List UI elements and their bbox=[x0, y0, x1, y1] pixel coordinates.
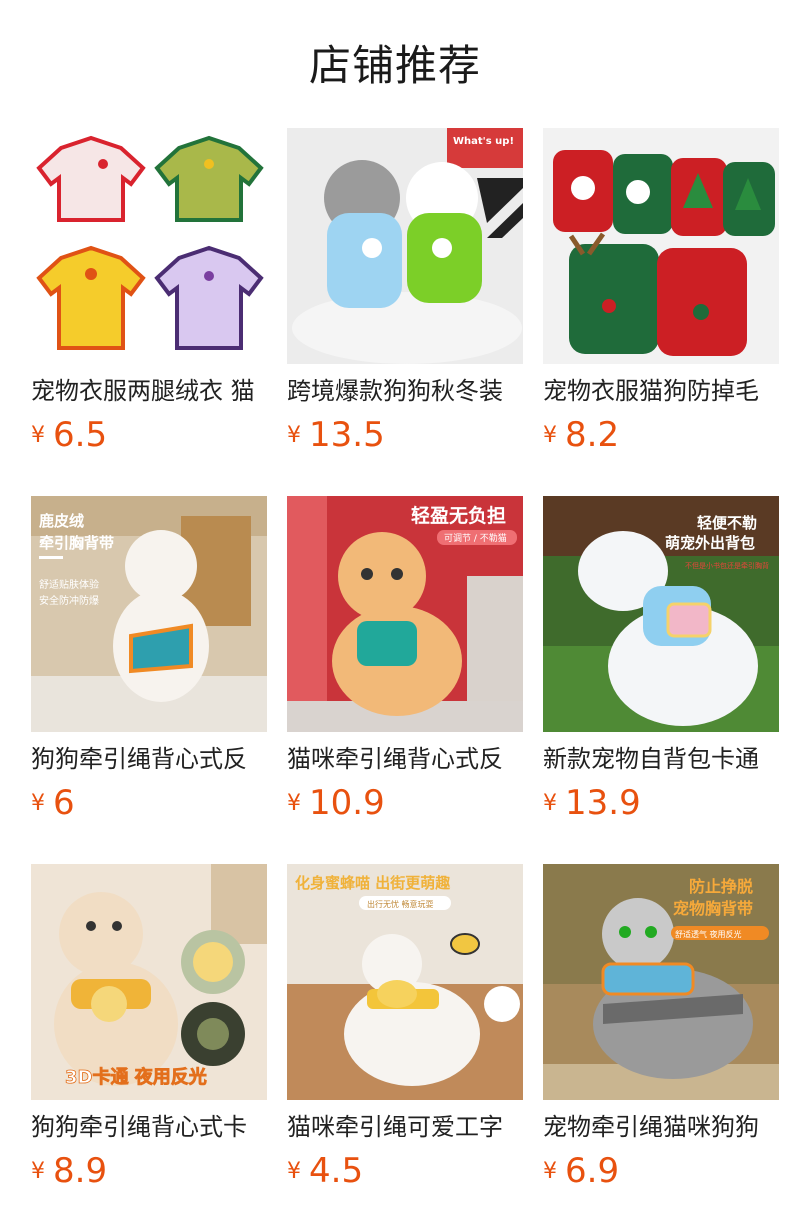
overlay-text: 不但是小书包还是牵引胸背 bbox=[685, 561, 769, 570]
overlay-text: 出行无忧 畅意玩耍 bbox=[367, 899, 434, 909]
overlay-text: What's up! bbox=[453, 136, 514, 147]
currency-symbol: ¥ bbox=[31, 790, 45, 816]
product-price: ¥13.5 bbox=[287, 415, 385, 459]
dogs-sweaters-photo: What's up! bbox=[287, 128, 523, 364]
product-name[interactable]: 猫咪牵引绳背心式反 bbox=[287, 742, 523, 776]
product-name[interactable]: 宠物衣服两腿绒衣 猫 bbox=[31, 374, 267, 408]
overlay-text: 舒适透气 夜用反光 bbox=[675, 929, 742, 939]
currency-symbol: ¥ bbox=[287, 1158, 301, 1184]
currency-symbol: ¥ bbox=[543, 790, 557, 816]
overlay-text: 轻便不勒 bbox=[697, 514, 757, 532]
currency-symbol: ¥ bbox=[31, 1158, 45, 1184]
product-image[interactable] bbox=[543, 128, 779, 364]
product-price: ¥6.9 bbox=[543, 1151, 619, 1195]
christmas-sweaters-photo bbox=[543, 128, 779, 364]
product-price: ¥10.9 bbox=[287, 783, 385, 827]
product-name[interactable]: 狗狗牵引绳背心式卡 bbox=[31, 1110, 267, 1144]
overlay-text: 3D卡通 夜用反光 bbox=[65, 1066, 207, 1088]
product-image[interactable]: 鹿皮绒 牵引胸背带 舒适贴肤体验 安全防冲防爆 bbox=[31, 496, 267, 732]
product-price: ¥13.9 bbox=[543, 783, 641, 827]
sweater-illustration bbox=[31, 128, 267, 364]
product-name[interactable]: 宠物牵引绳猫咪狗狗 bbox=[543, 1110, 779, 1144]
price-value: 6 bbox=[53, 783, 75, 823]
product-name[interactable]: 宠物衣服猫狗防掉毛 bbox=[543, 374, 779, 408]
price-value: 10.9 bbox=[309, 783, 385, 823]
price-value: 8.2 bbox=[565, 415, 620, 455]
dog-backpack-photo: 轻便不勒 萌宠外出背包 不但是小书包还是牵引胸背 bbox=[543, 496, 779, 732]
currency-symbol: ¥ bbox=[31, 422, 45, 448]
product-image[interactable]: 3D卡通 夜用反光 bbox=[31, 864, 267, 1100]
product-price: ¥8.2 bbox=[543, 415, 619, 459]
product-image[interactable]: 轻便不勒 萌宠外出背包 不但是小书包还是牵引胸背 bbox=[543, 496, 779, 732]
product-price: ¥6 bbox=[31, 783, 75, 827]
product-image[interactable]: 轻盈无负担 可调节 / 不勒猫 bbox=[287, 496, 523, 732]
product-image[interactable]: 防止挣脱 宠物胸背带 舒适透气 夜用反光 bbox=[543, 864, 779, 1100]
page-title: 店铺推荐 bbox=[308, 41, 481, 90]
price-value: 13.9 bbox=[565, 783, 641, 823]
price-value: 6.9 bbox=[565, 1151, 620, 1191]
price-value: 13.5 bbox=[309, 415, 385, 455]
product-name[interactable]: 跨境爆款狗狗秋冬装 bbox=[287, 374, 523, 408]
currency-symbol: ¥ bbox=[287, 790, 301, 816]
price-value: 6.5 bbox=[53, 415, 108, 455]
overlay-text: 鹿皮绒 bbox=[39, 512, 84, 530]
overlay-text: 轻盈无负担 bbox=[411, 504, 506, 527]
product-name[interactable]: 狗狗牵引绳背心式反 bbox=[31, 742, 267, 776]
overlay-text: 宠物胸背带 bbox=[673, 899, 753, 918]
poodle-harness-photo: 鹿皮绒 牵引胸背带 舒适贴肤体验 安全防冲防爆 bbox=[31, 496, 267, 732]
product-image[interactable]: What's up! bbox=[287, 128, 523, 364]
overlay-text: 萌宠外出背包 bbox=[665, 534, 755, 552]
product-price: ¥4.5 bbox=[287, 1151, 363, 1195]
price-value: 4.5 bbox=[309, 1151, 364, 1191]
overlay-text: 化身蜜蜂喵 出街更萌趣 bbox=[295, 874, 451, 892]
overlay-text: 安全防冲防爆 bbox=[39, 594, 99, 607]
currency-symbol: ¥ bbox=[543, 1158, 557, 1184]
dog-cartoon-harness-photo: 3D卡通 夜用反光 bbox=[31, 864, 267, 1100]
currency-symbol: ¥ bbox=[287, 422, 301, 448]
cat-harness-photo: 轻盈无负担 可调节 / 不勒猫 bbox=[287, 496, 523, 732]
price-value: 8.9 bbox=[53, 1151, 108, 1191]
cat-bee-harness-photo: 化身蜜蜂喵 出街更萌趣 出行无忧 畅意玩耍 bbox=[287, 864, 523, 1100]
overlay-text: 舒适贴肤体验 bbox=[39, 578, 99, 591]
product-name[interactable]: 猫咪牵引绳可爱工字 bbox=[287, 1110, 523, 1144]
product-image[interactable] bbox=[31, 128, 267, 364]
overlay-text: 可调节 / 不勒猫 bbox=[444, 532, 507, 544]
currency-symbol: ¥ bbox=[543, 422, 557, 448]
product-price: ¥8.9 bbox=[31, 1151, 107, 1195]
product-name[interactable]: 新款宠物自背包卡通 bbox=[543, 742, 779, 776]
overlay-text: 防止挣脱 bbox=[689, 877, 753, 896]
tabby-cat-harness-photo: 防止挣脱 宠物胸背带 舒适透气 夜用反光 bbox=[543, 864, 779, 1100]
product-image[interactable]: 化身蜜蜂喵 出街更萌趣 出行无忧 畅意玩耍 bbox=[287, 864, 523, 1100]
product-price: ¥6.5 bbox=[31, 415, 107, 459]
overlay-text: 牵引胸背带 bbox=[39, 534, 114, 552]
